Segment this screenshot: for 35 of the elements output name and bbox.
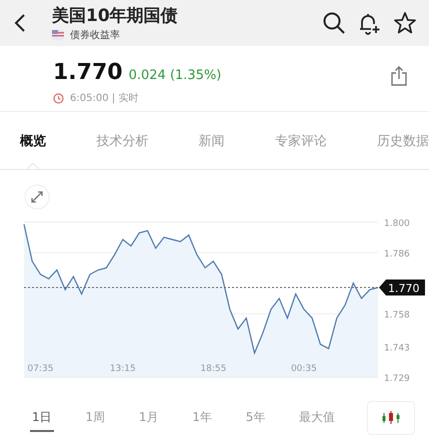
candlestick-button[interactable]: [366, 401, 415, 435]
quote-time: 6:05:00 | 实时: [70, 92, 138, 105]
tab[interactable]: 新闻: [198, 112, 224, 169]
range-tab[interactable]: 1周: [83, 404, 108, 432]
axis-label: 1.743: [384, 343, 410, 354]
candlestick-icon: [380, 411, 401, 425]
tab[interactable]: 历史数据: [377, 112, 429, 169]
page-title: 美国10年期国债: [52, 5, 179, 27]
star-icon[interactable]: [393, 11, 417, 35]
range-tab[interactable]: 1月: [136, 404, 161, 432]
tab[interactable]: 概览: [20, 112, 46, 169]
axis-label: 18:55: [200, 364, 226, 374]
range-tab[interactable]: 最大值: [297, 404, 338, 432]
axis-label: 1.786: [384, 250, 410, 260]
axis-label: 1.758: [384, 310, 410, 321]
clock-icon: [53, 92, 64, 104]
subtitle: 债券收益率: [70, 28, 120, 42]
range-tab[interactable]: 1年: [190, 404, 214, 432]
range-tab[interactable]: 1日: [30, 404, 54, 432]
flag-icon: [52, 30, 64, 40]
axis-label: 1.800: [384, 219, 410, 229]
range-tab[interactable]: 5年: [244, 404, 268, 432]
back-icon[interactable]: [14, 13, 26, 33]
share-icon[interactable]: [391, 66, 407, 86]
axis-label: 13:15: [110, 364, 136, 374]
price-change: 0.024 (1.35%): [128, 68, 222, 83]
axis-label: 07:35: [28, 364, 54, 374]
bell-plus-icon[interactable]: [357, 11, 381, 35]
tab[interactable]: 技术分析: [96, 112, 148, 169]
tab[interactable]: 专家评论: [274, 112, 327, 169]
axis-label: 00:35: [290, 364, 317, 374]
axis-label: 1.729: [384, 374, 410, 384]
price-value: 1.770: [53, 60, 123, 85]
search-icon[interactable]: [323, 12, 345, 34]
expand-icon[interactable]: [24, 184, 50, 210]
